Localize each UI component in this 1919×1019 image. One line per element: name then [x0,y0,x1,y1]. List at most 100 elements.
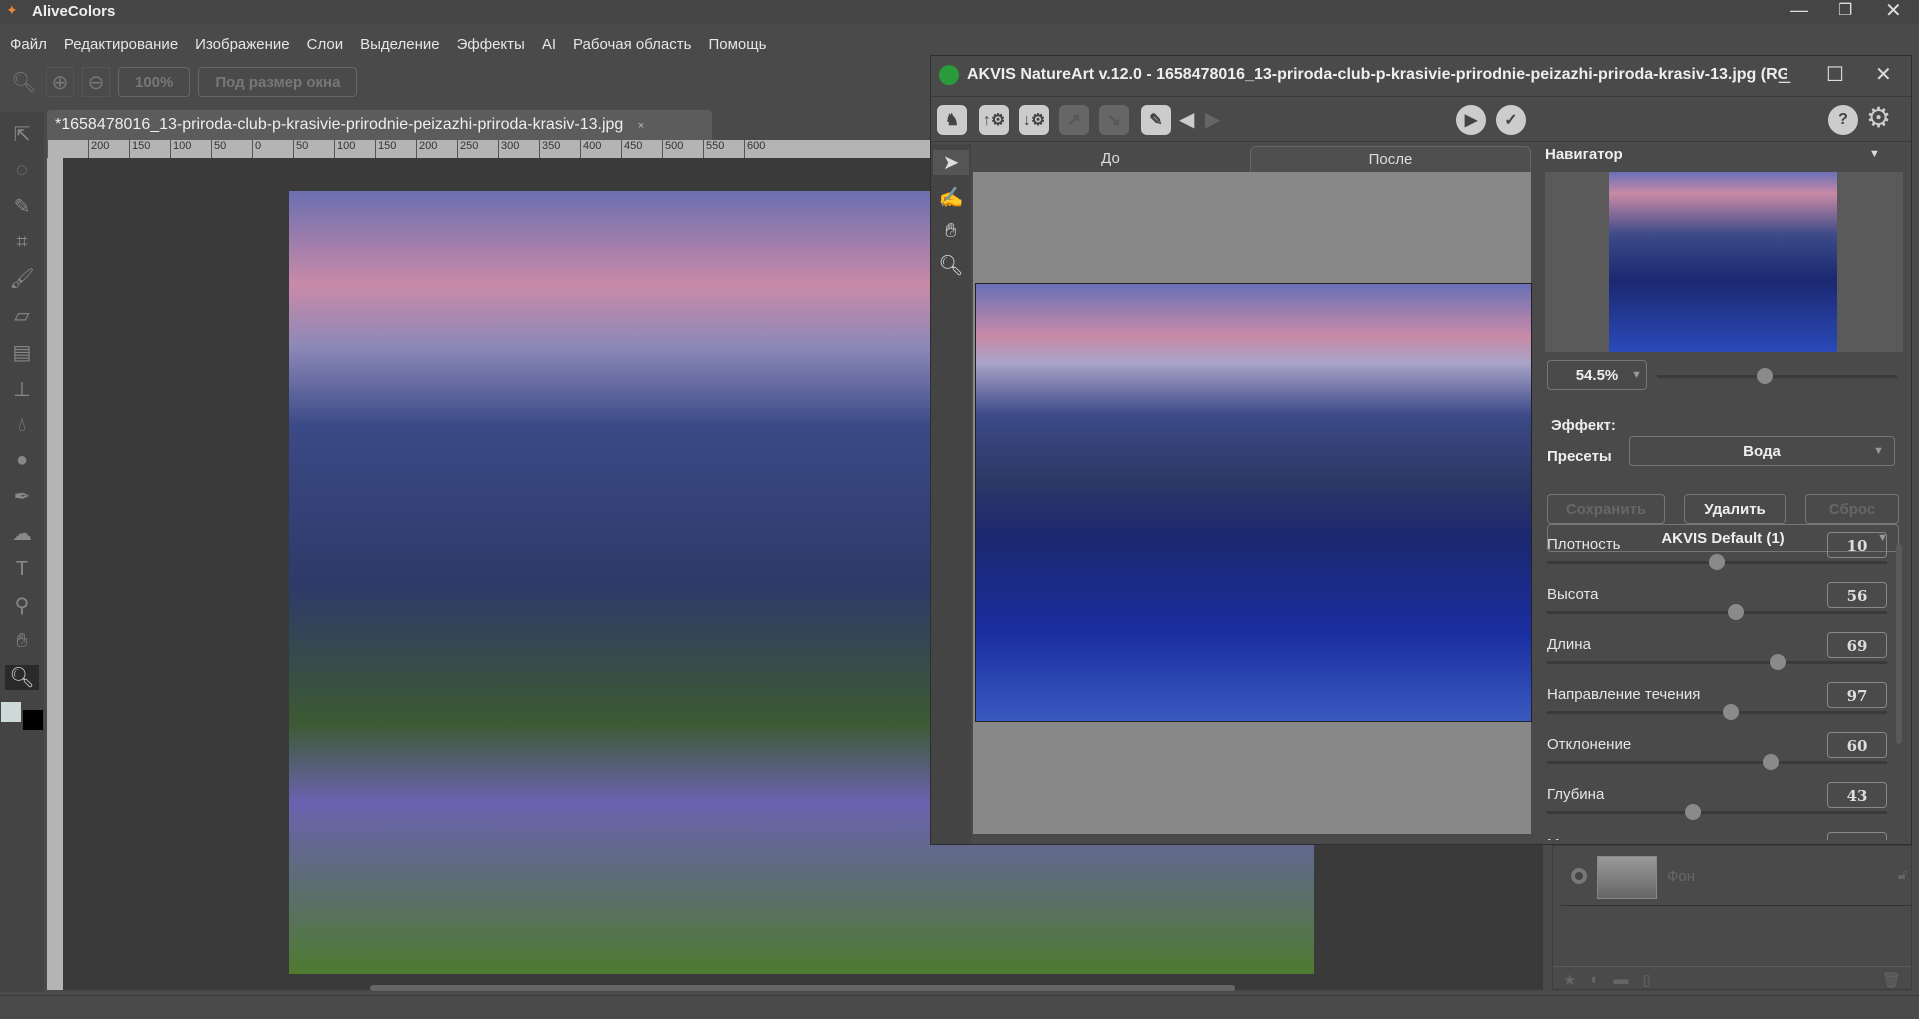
magic-wand-icon[interactable]: ✎ [14,194,31,219]
plugin-minimize-button[interactable]: _ [1779,62,1790,85]
zoom-tool-icon[interactable]: 🔍︎ [5,665,39,690]
zoom-icon[interactable]: 🔍︎ [938,253,963,278]
navigator-preview[interactable] [1545,172,1903,352]
load-preset-icon[interactable]: ↑⚙ [979,105,1009,135]
settings-gear-icon[interactable]: ⚙ [1866,101,1891,134]
zoom-slider-knob[interactable] [1757,368,1773,384]
pen-tool-icon[interactable]: ✒ [14,484,31,509]
brush-tool-icon[interactable]: 🖌︎ [9,266,34,291]
naturart-home-icon[interactable]: ♞ [937,105,967,135]
crop-tool-icon[interactable]: ⌗ [16,231,27,254]
eyedropper-tool-icon[interactable]: ⚲ [15,593,30,618]
restore-button[interactable]: ❐ [1838,0,1852,20]
param-slider[interactable] [1547,654,1887,670]
mask-icon[interactable]: ◐ [1590,971,1599,988]
menu-effects[interactable]: Эффекты [457,36,525,53]
param-slider[interactable] [1547,554,1887,570]
param-value-input[interactable]: 43 [1827,782,1887,808]
menu-help[interactable]: Помощь [708,36,766,53]
param-slider-knob[interactable] [1727,604,1744,620]
parameters-scrollbar[interactable] [1896,544,1902,744]
param-slider[interactable] [1547,804,1887,820]
menu-workspace[interactable]: Рабочая область [573,36,691,53]
minimize-button[interactable]: — [1790,0,1808,21]
param-4: Отклонение 60 [1547,732,1897,786]
zoom-100-button[interactable]: 100% [118,67,191,97]
reset-preset-button[interactable]: Сброс [1805,494,1899,524]
selection-arrow-icon[interactable]: ➤ [933,150,969,175]
zoom-in-button[interactable]: ⊕ [46,67,74,97]
param-slider-knob[interactable] [1770,654,1787,670]
param-slider-knob[interactable] [1685,804,1702,820]
tab-after[interactable]: После [1250,146,1531,172]
param-slider-knob[interactable] [1763,754,1780,770]
brush-settings-icon[interactable]: ✎ [1141,105,1171,135]
close-button[interactable]: ✕ [1885,0,1902,23]
import-icon[interactable]: ↗ [1059,105,1089,135]
param-value-input[interactable]: 60 [1827,732,1887,758]
run-icon[interactable]: ▶ [1456,105,1486,135]
new-layer-icon[interactable]: ▯ [1643,971,1651,989]
param-slider[interactable] [1547,704,1887,720]
dodge-tool-icon[interactable]: ● [16,449,28,472]
visibility-icon[interactable] [1571,868,1587,884]
layer-row[interactable]: Фон 🔓︎ [1561,856,1911,906]
hand-tool-icon[interactable]: ✋︎ [16,630,27,653]
plugin-window: AKVIS NatureArt v.12.0 - 1658478016_13-p… [930,55,1912,845]
zoom-slider[interactable] [1657,368,1897,384]
direction-brush-icon[interactable]: ✍ [939,185,964,210]
horizontal-scrollbar[interactable] [370,985,1235,991]
param-slider[interactable] [1547,604,1887,620]
param-slider-knob[interactable] [1709,554,1725,570]
folder-icon[interactable]: ▬ [1614,971,1629,988]
export-icon[interactable]: ↘ [1099,105,1129,135]
menu-edit[interactable]: Редактирование [64,36,178,53]
apply-icon[interactable]: ✓ [1496,105,1526,135]
close-tab-icon[interactable]: × [638,120,644,132]
move-tool-icon[interactable]: ⇱ [14,122,31,147]
save-preset-button[interactable]: Сохранить [1547,494,1665,524]
preview-area[interactable] [973,172,1532,834]
menu-ai[interactable]: AI [542,36,556,53]
param-value-input[interactable]: 69 [1827,632,1887,658]
navigator-collapse-icon[interactable]: ▼ [1869,148,1880,160]
param-label: Глубина [1547,786,1605,803]
stamp-tool-icon[interactable]: ⊥ [13,377,30,402]
menu-image[interactable]: Изображение [195,36,290,53]
effects-icon[interactable]: ★ [1563,971,1576,989]
undo-icon[interactable]: ◀ [1179,107,1194,132]
menu-layers[interactable]: Слои [307,36,343,53]
effect-dropdown[interactable]: Вода ▼ [1629,436,1895,466]
save-preset-icon[interactable]: ↓⚙ [1019,105,1049,135]
zoom-icon[interactable]: 🔍︎ [10,67,38,97]
lock-icon[interactable]: 🔓︎ [1898,866,1907,883]
plugin-maximize-button[interactable]: ☐ [1826,62,1844,87]
lasso-tool-icon[interactable]: ◌ [16,159,28,182]
text-tool-icon[interactable]: T [16,558,28,581]
param-value-input[interactable]: 25 [1827,832,1887,840]
plugin-close-button[interactable]: ✕ [1875,62,1892,87]
trash-icon[interactable]: 🗑︎ [1882,971,1901,989]
result-image[interactable] [975,283,1532,722]
param-value-input[interactable]: 10 [1827,532,1887,558]
param-slider[interactable] [1547,754,1887,770]
zoom-dropdown[interactable]: 54.5% ▼ [1547,360,1647,390]
param-slider-knob[interactable] [1722,704,1739,720]
eraser-tool-icon[interactable]: ▱ [14,303,29,328]
blur-tool-icon[interactable]: 💧︎ [18,414,26,437]
smudge-tool-icon[interactable]: ☁ [12,521,32,546]
tab-before[interactable]: До [971,146,1250,172]
help-icon[interactable]: ? [1828,105,1858,135]
gradient-tool-icon[interactable]: ▤ [13,340,32,365]
menu-file[interactable]: Файл [10,36,47,53]
param-value-input[interactable]: 56 [1827,582,1887,608]
fit-window-button[interactable]: Под размер окна [198,67,358,97]
color-swatches[interactable] [1,702,43,730]
param-value-input[interactable]: 97 [1827,682,1887,708]
document-tab[interactable]: *1658478016_13-priroda-club-p-krasivie-p… [47,110,712,140]
redo-icon[interactable]: ▶ [1205,107,1220,132]
zoom-out-button[interactable]: ⊖ [82,67,110,97]
hand-icon[interactable]: ✋︎ [945,220,956,243]
menu-select[interactable]: Выделение [360,36,439,53]
delete-preset-button[interactable]: Удалить [1684,494,1786,524]
